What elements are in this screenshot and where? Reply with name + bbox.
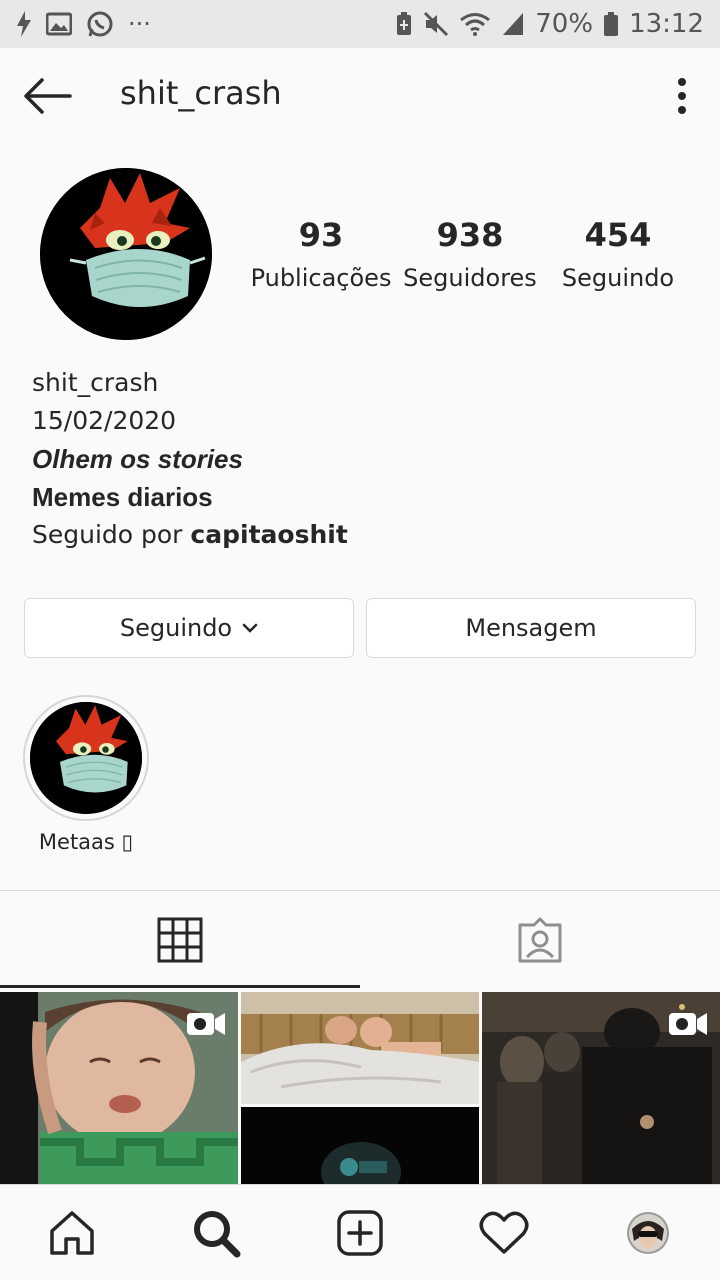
tab-grid[interactable] [0, 892, 360, 988]
grid-icon [157, 917, 203, 963]
clock: 13:12 [629, 9, 704, 39]
chevron-down-icon [242, 623, 258, 633]
message-button[interactable]: Mensagem [366, 598, 696, 658]
followed-by[interactable]: Seguido por capitaoshit [32, 516, 348, 554]
gallery-icon [46, 12, 72, 36]
bottom-navigation [0, 1184, 720, 1280]
profile-date: 15/02/2020 [32, 406, 177, 435]
status-bar: ··· 70% 13:12 [0, 0, 720, 48]
story-highlight[interactable] [23, 695, 149, 821]
flash-icon [17, 11, 31, 37]
post-grid [0, 992, 720, 1184]
battery-saver-icon [397, 12, 412, 35]
profile-name: shit_crash [32, 368, 159, 397]
following-label: Seguindo [561, 264, 675, 292]
nav-home[interactable] [46, 1207, 98, 1259]
highlight-cover [30, 702, 142, 814]
wifi-icon [460, 13, 491, 36]
following-button[interactable]: Seguindo [24, 598, 354, 658]
masked-bandicoot-image [40, 168, 212, 340]
search-icon [194, 1211, 241, 1258]
profile-avatar[interactable] [40, 168, 212, 340]
whatsapp-icon [87, 11, 113, 37]
active-tab-indicator [0, 985, 360, 988]
page-title: shit_crash [120, 74, 282, 112]
more-options-icon[interactable] [670, 76, 694, 116]
more-notifications-icon: ··· [128, 10, 151, 38]
divider [0, 890, 720, 891]
profile-header: shit_crash [0, 48, 720, 146]
mute-icon [424, 11, 449, 37]
home-icon [50, 1211, 94, 1255]
followed-by-user[interactable]: capitaoshit [190, 520, 347, 549]
post-thumbnail[interactable] [241, 1107, 479, 1184]
bed-photo-thumbnail [241, 992, 479, 1104]
video-icon [187, 1013, 225, 1035]
highlight-label: Metaas ▯ [38, 830, 134, 854]
profile-bio: shit_crash 15/02/2020 Olhem os stories M… [32, 364, 348, 554]
activity-icon [479, 1211, 529, 1254]
followers-count: 938 [436, 216, 504, 254]
dark-video-thumbnail [241, 1107, 479, 1184]
nav-profile[interactable] [622, 1207, 674, 1259]
message-button-label: Mensagem [465, 614, 597, 642]
video-icon [669, 1013, 707, 1035]
stat-followers[interactable]: 938 Seguidores [402, 216, 538, 292]
followed-by-prefix: Seguido por [32, 520, 191, 549]
battery-icon [604, 12, 619, 36]
profile-icon [627, 1212, 669, 1254]
posts-count: 93 [298, 216, 344, 254]
nav-activity[interactable] [478, 1207, 530, 1259]
posts-label: Publicações [250, 264, 392, 292]
highlight-cover-image [30, 702, 142, 814]
post-thumbnail[interactable] [241, 992, 479, 1104]
stat-posts[interactable]: 93 Publicações [250, 216, 392, 292]
nav-new-post[interactable] [334, 1207, 386, 1259]
post-thumbnail[interactable] [482, 992, 720, 1184]
nav-search[interactable] [190, 1207, 242, 1259]
following-button-label: Seguindo [119, 614, 233, 642]
following-count: 454 [584, 216, 652, 254]
back-arrow-icon[interactable] [22, 78, 72, 114]
signal-icon [503, 13, 524, 35]
new-post-icon [337, 1210, 383, 1256]
bio-line-2: Memes diarios [32, 482, 213, 512]
tagged-icon [518, 917, 562, 963]
battery-percentage: 70% [535, 9, 594, 39]
tab-tagged[interactable] [360, 892, 720, 988]
stat-following[interactable]: 454 Seguindo [558, 216, 678, 292]
post-thumbnail[interactable] [0, 992, 238, 1184]
followers-label: Seguidores [403, 264, 537, 292]
bio-line-1: Olhem os stories [32, 444, 243, 474]
